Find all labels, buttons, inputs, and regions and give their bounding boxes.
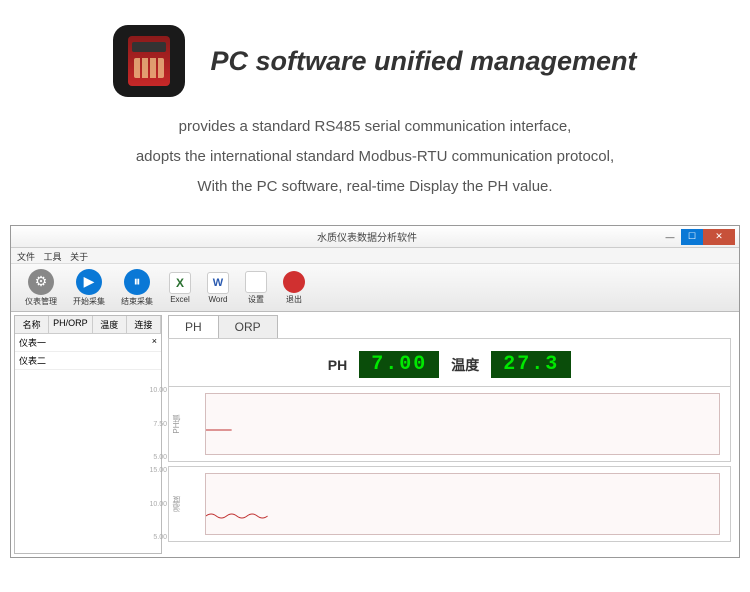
device-row[interactable]: 仪表二 — [15, 352, 161, 370]
toolbar-settings-button[interactable]: ⚒ 设置 — [239, 269, 273, 307]
play-icon: ▶ — [76, 269, 102, 295]
menu-about[interactable]: 关于 — [70, 252, 88, 262]
settings-icon: ⚒ — [245, 271, 267, 293]
ph-label: PH — [328, 357, 347, 373]
desc-line: With the PC software, real-time Display … — [40, 172, 710, 202]
pause-icon: ⏸ — [124, 269, 150, 295]
minimize-button[interactable]: — — [659, 229, 681, 245]
maximize-button[interactable]: ☐ — [681, 229, 703, 245]
menu-file[interactable]: 文件 — [17, 252, 35, 262]
ph-value-display: 7.00 — [359, 351, 439, 378]
temp-chart: 温度 15.00 10.00 5.00 — [168, 466, 731, 542]
toolbar-stop-button[interactable]: ⏸ 结束采集 — [115, 267, 159, 309]
app-icon — [113, 25, 185, 97]
exit-icon — [283, 271, 305, 293]
col-conn: 连接 — [127, 316, 161, 333]
desc-line: provides a standard RS485 serial communi… — [40, 112, 710, 142]
description-block: provides a standard RS485 serial communi… — [0, 112, 750, 217]
software-screenshot: 水质仪表数据分析软件 — ☐ ✕ 文件 工具 关于 ⚙ 仪表管理 ▶ 开始采集 … — [10, 225, 740, 558]
temp-trace — [206, 514, 268, 518]
word-icon: W — [207, 272, 229, 294]
temp-label: 温度 — [451, 355, 479, 375]
device-row[interactable]: 仪表一 × — [15, 334, 161, 352]
gear-icon: ⚙ — [28, 269, 54, 295]
col-phorp: PH/ORP — [49, 316, 93, 333]
page-title: PC software unified management — [210, 46, 636, 77]
tab-orp[interactable]: ORP — [218, 315, 278, 338]
device-list-panel: 名称 PH/ORP 温度 连接 仪表一 × 仪表二 — [14, 315, 162, 554]
temp-value-display: 27.3 — [491, 351, 571, 378]
ph-chart: PH值 10.00 7.50 5.00 — [168, 386, 731, 462]
toolbar-manage-button[interactable]: ⚙ 仪表管理 — [19, 267, 63, 309]
toolbar: ⚙ 仪表管理 ▶ 开始采集 ⏸ 结束采集 X Excel W Word ⚒ 设置… — [11, 264, 739, 312]
desc-line: adopts the international standard Modbus… — [40, 142, 710, 172]
reading-display-bar: PH 7.00 温度 27.3 — [168, 338, 731, 386]
tab-ph[interactable]: PH — [168, 315, 219, 338]
menu-bar: 文件 工具 关于 — [11, 248, 739, 264]
chart-ylabel: 温度 — [171, 496, 182, 512]
toolbar-exit-button[interactable]: 退出 — [277, 269, 311, 307]
close-button[interactable]: ✕ — [703, 229, 735, 245]
toolbar-word-button[interactable]: W Word — [201, 270, 235, 306]
col-temp: 温度 — [93, 316, 127, 333]
col-name: 名称 — [15, 316, 49, 333]
window-titlebar: 水质仪表数据分析软件 — ☐ ✕ — [11, 226, 739, 248]
toolbar-start-button[interactable]: ▶ 开始采集 — [67, 267, 111, 309]
menu-tools[interactable]: 工具 — [44, 252, 62, 262]
window-title: 水质仪表数据分析软件 — [75, 229, 659, 244]
excel-icon: X — [169, 272, 191, 294]
toolbar-excel-button[interactable]: X Excel — [163, 270, 197, 306]
chart-ylabel: PH值 — [171, 414, 182, 433]
